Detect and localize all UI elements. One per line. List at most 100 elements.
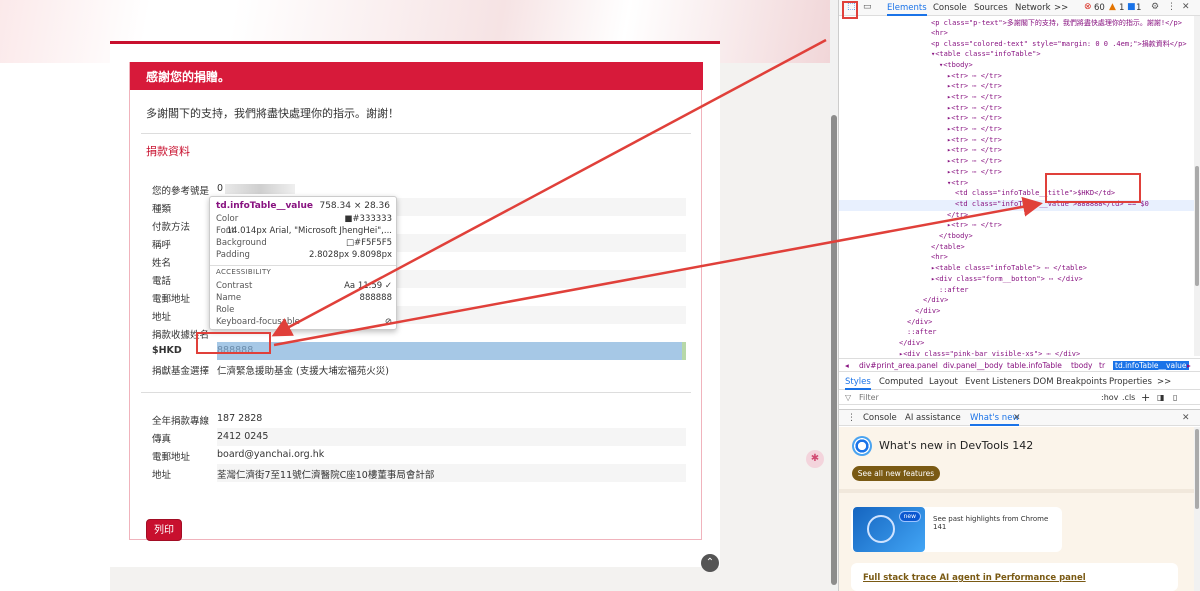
dom-node-line[interactable]: ▸<tr> ⋯ </tr> bbox=[947, 104, 1002, 115]
dom-node-line[interactable]: <hr> bbox=[931, 253, 948, 264]
highlights-card[interactable]: new See past highlights from Chrome 141 bbox=[851, 507, 1062, 552]
breadcrumb-item[interactable]: div.panel__body bbox=[943, 361, 1003, 370]
styles-filter-input[interactable]: Filter bbox=[859, 393, 879, 402]
dom-node-line[interactable]: ▸<tr> ⋯ </tr> bbox=[947, 72, 1002, 83]
row-label: 傳真 bbox=[152, 434, 172, 445]
breadcrumb-item[interactable]: ◂ bbox=[845, 361, 849, 370]
drawer-menu-icon[interactable]: ⋮ bbox=[847, 413, 856, 423]
dom-node-line[interactable]: ::after bbox=[907, 328, 937, 339]
ai-agent-card[interactable]: Full stack trace AI agent in Performance… bbox=[851, 563, 1178, 591]
error-icon[interactable]: ⊗ bbox=[1084, 2, 1092, 12]
close-drawer-icon[interactable]: ✕ bbox=[1182, 413, 1190, 423]
dom-node-line[interactable]: ▸<tr> ⋯ </tr> bbox=[947, 157, 1002, 168]
more-tabs-icon[interactable]: >> bbox=[1054, 3, 1068, 13]
computed-sidebar-icon[interactable]: ◨ bbox=[1157, 393, 1165, 402]
styles-tab[interactable]: Styles bbox=[845, 377, 871, 390]
selected-value-cell[interactable]: 888888 bbox=[217, 342, 686, 360]
dom-node-line[interactable]: ▸<tr> ⋯ </tr> bbox=[947, 114, 1002, 125]
dom-node-line[interactable]: <p class="colored-text" style="margin: 0… bbox=[931, 39, 1187, 50]
whats-new-scrollbar-thumb[interactable] bbox=[1195, 429, 1199, 509]
error-count: 60 bbox=[1094, 3, 1105, 13]
row-label: 地址 bbox=[152, 312, 172, 323]
see-all-features-button[interactable]: See all new features bbox=[852, 466, 940, 481]
breadcrumb-item[interactable]: td.infoTable__value bbox=[1113, 361, 1189, 370]
dom-node-line[interactable]: ▸<div class="pink-bar visible-xs"> ⋯ </d… bbox=[899, 350, 1080, 358]
dom-node-line[interactable]: </table> bbox=[931, 243, 965, 254]
info-count: 1 bbox=[1136, 3, 1142, 13]
dom-node-line[interactable]: ▸<tr> ⋯ </tr> bbox=[947, 82, 1002, 93]
device-toggle-icon[interactable]: ▭ bbox=[863, 2, 872, 12]
dom-node-line[interactable]: ▸<tr> ⋯ </tr> bbox=[947, 168, 1002, 179]
drawer-tab[interactable]: What's new bbox=[970, 413, 1020, 426]
tab-console[interactable]: Console bbox=[933, 3, 967, 13]
tooltip-contrast-row: Contrast Aa 11.59 ✓ bbox=[216, 281, 392, 293]
dom-node-line[interactable]: </div> bbox=[899, 339, 924, 350]
breadcrumb-item[interactable]: tbody bbox=[1071, 361, 1093, 370]
gear-icon[interactable]: ⚙ bbox=[1151, 2, 1159, 12]
donation-page: 感謝您的捐贈。 多謝閣下的支持，我們將盡快處理你的指示。謝謝！ 捐款資料 您的參… bbox=[0, 0, 830, 591]
elements-scrollbar[interactable] bbox=[1194, 16, 1200, 356]
dom-node-line[interactable]: ▸<table class="infoTable"> ⋯ </table> bbox=[931, 264, 1087, 275]
dom-node-line[interactable]: ▸<tr> ⋯ </tr> bbox=[947, 221, 1002, 232]
dom-node-line[interactable]: ▸<tr> ⋯ </tr> bbox=[947, 136, 1002, 147]
close-icon[interactable]: ✕ bbox=[1182, 2, 1190, 12]
breadcrumb-item[interactable]: tr bbox=[1099, 361, 1105, 370]
drawer-tab[interactable]: Console bbox=[863, 413, 897, 423]
breadcrumb-item[interactable]: div#print_area.panel bbox=[859, 361, 938, 370]
scroll-to-top-button[interactable]: ⌃ bbox=[701, 554, 719, 572]
highlights-text: See past highlights from Chrome 141 bbox=[933, 515, 1049, 531]
elements-scrollbar-thumb[interactable] bbox=[1195, 166, 1199, 286]
row-label: $HKD bbox=[152, 345, 182, 356]
drawer-tab[interactable]: AI assistance bbox=[905, 413, 961, 423]
row-label: 全年捐款專線 bbox=[152, 416, 210, 427]
close-tab-icon[interactable]: ✕ bbox=[1013, 413, 1021, 423]
tab-sources[interactable]: Sources bbox=[974, 3, 1008, 13]
more-options-icon[interactable]: ⋮ bbox=[1167, 2, 1176, 12]
dom-node-line[interactable]: ▸<tr> ⋯ </tr> bbox=[947, 93, 1002, 104]
dom-node-line[interactable]: </tr> bbox=[947, 211, 968, 222]
translate-float-icon[interactable]: ✱ bbox=[806, 450, 824, 468]
whats-new-scrollbar[interactable] bbox=[1194, 427, 1200, 591]
row-label: 種類 bbox=[152, 204, 172, 215]
row-value-text: 0 bbox=[217, 183, 224, 194]
warning-icon[interactable]: ▲ bbox=[1109, 2, 1116, 12]
video-thumbnail[interactable]: new bbox=[853, 507, 925, 552]
sidebar-toggle-icon[interactable]: ▯ bbox=[1173, 393, 1177, 402]
tab-elements[interactable]: Elements bbox=[887, 3, 927, 16]
styles-tab[interactable]: Properties bbox=[1109, 377, 1152, 387]
styles-tab[interactable]: Layout bbox=[929, 377, 958, 387]
dom-node-line[interactable]: ▸<tr> ⋯ </tr> bbox=[947, 146, 1002, 157]
row-value-text: 荃灣仁濟街7至11號仁濟醫院C座10樓董事局會計部 bbox=[217, 470, 435, 481]
dom-node-line[interactable]: ▾<tbody> bbox=[939, 61, 973, 72]
dom-node-line[interactable]: <p class="p-text">多謝閣下的支持，我們將盡快處理你的指示。謝謝… bbox=[931, 18, 1182, 29]
print-button[interactable]: 列印 bbox=[146, 519, 182, 541]
info-icon[interactable]: ■ bbox=[1127, 2, 1136, 12]
tooltip-color-label: Color bbox=[216, 214, 239, 224]
page-scrollbar-thumb[interactable] bbox=[831, 115, 837, 585]
redacted-reference bbox=[225, 183, 296, 194]
dom-node-line[interactable]: </div> bbox=[923, 296, 948, 307]
dom-node-line[interactable]: ▾<table class="infoTable"> bbox=[931, 50, 1041, 61]
breadcrumb-item[interactable]: table.infoTable bbox=[1007, 361, 1062, 370]
breadcrumb-item[interactable]: ▸ bbox=[1187, 361, 1191, 370]
hover-state-toggle[interactable]: :hov bbox=[1101, 393, 1118, 402]
styles-tab[interactable]: >> bbox=[1157, 377, 1171, 387]
page-scrollbar[interactable] bbox=[830, 0, 838, 591]
dom-node-line[interactable]: ::after bbox=[939, 286, 969, 297]
dom-node-line[interactable]: </div> bbox=[915, 307, 940, 318]
tab-network[interactable]: Network bbox=[1015, 3, 1051, 13]
dom-node-line[interactable]: ▸<div class="form__botton"> ⋯ </div> bbox=[931, 275, 1083, 286]
styles-tab[interactable]: Event Listeners bbox=[965, 377, 1031, 387]
dom-node-line[interactable]: ▾<tr> bbox=[947, 179, 968, 190]
class-toggle[interactable]: .cls bbox=[1122, 393, 1135, 402]
dom-node-line[interactable]: </div> bbox=[907, 318, 932, 329]
tooltip-keyboard-label: Keyboard-focusable bbox=[216, 317, 300, 327]
dom-node-line[interactable]: </tbody> bbox=[939, 232, 973, 243]
styles-tab[interactable]: DOM Breakpoints bbox=[1033, 377, 1107, 387]
tooltip-name-value: 888888 bbox=[359, 293, 392, 303]
styles-tab[interactable]: Computed bbox=[879, 377, 923, 387]
dom-node-line[interactable]: ▸<tr> ⋯ </tr> bbox=[947, 125, 1002, 136]
new-rule-button[interactable]: + bbox=[1141, 391, 1150, 404]
dom-node-line[interactable]: <hr> bbox=[931, 29, 948, 40]
ai-agent-link[interactable]: Full stack trace AI agent in Performance… bbox=[863, 573, 1086, 583]
